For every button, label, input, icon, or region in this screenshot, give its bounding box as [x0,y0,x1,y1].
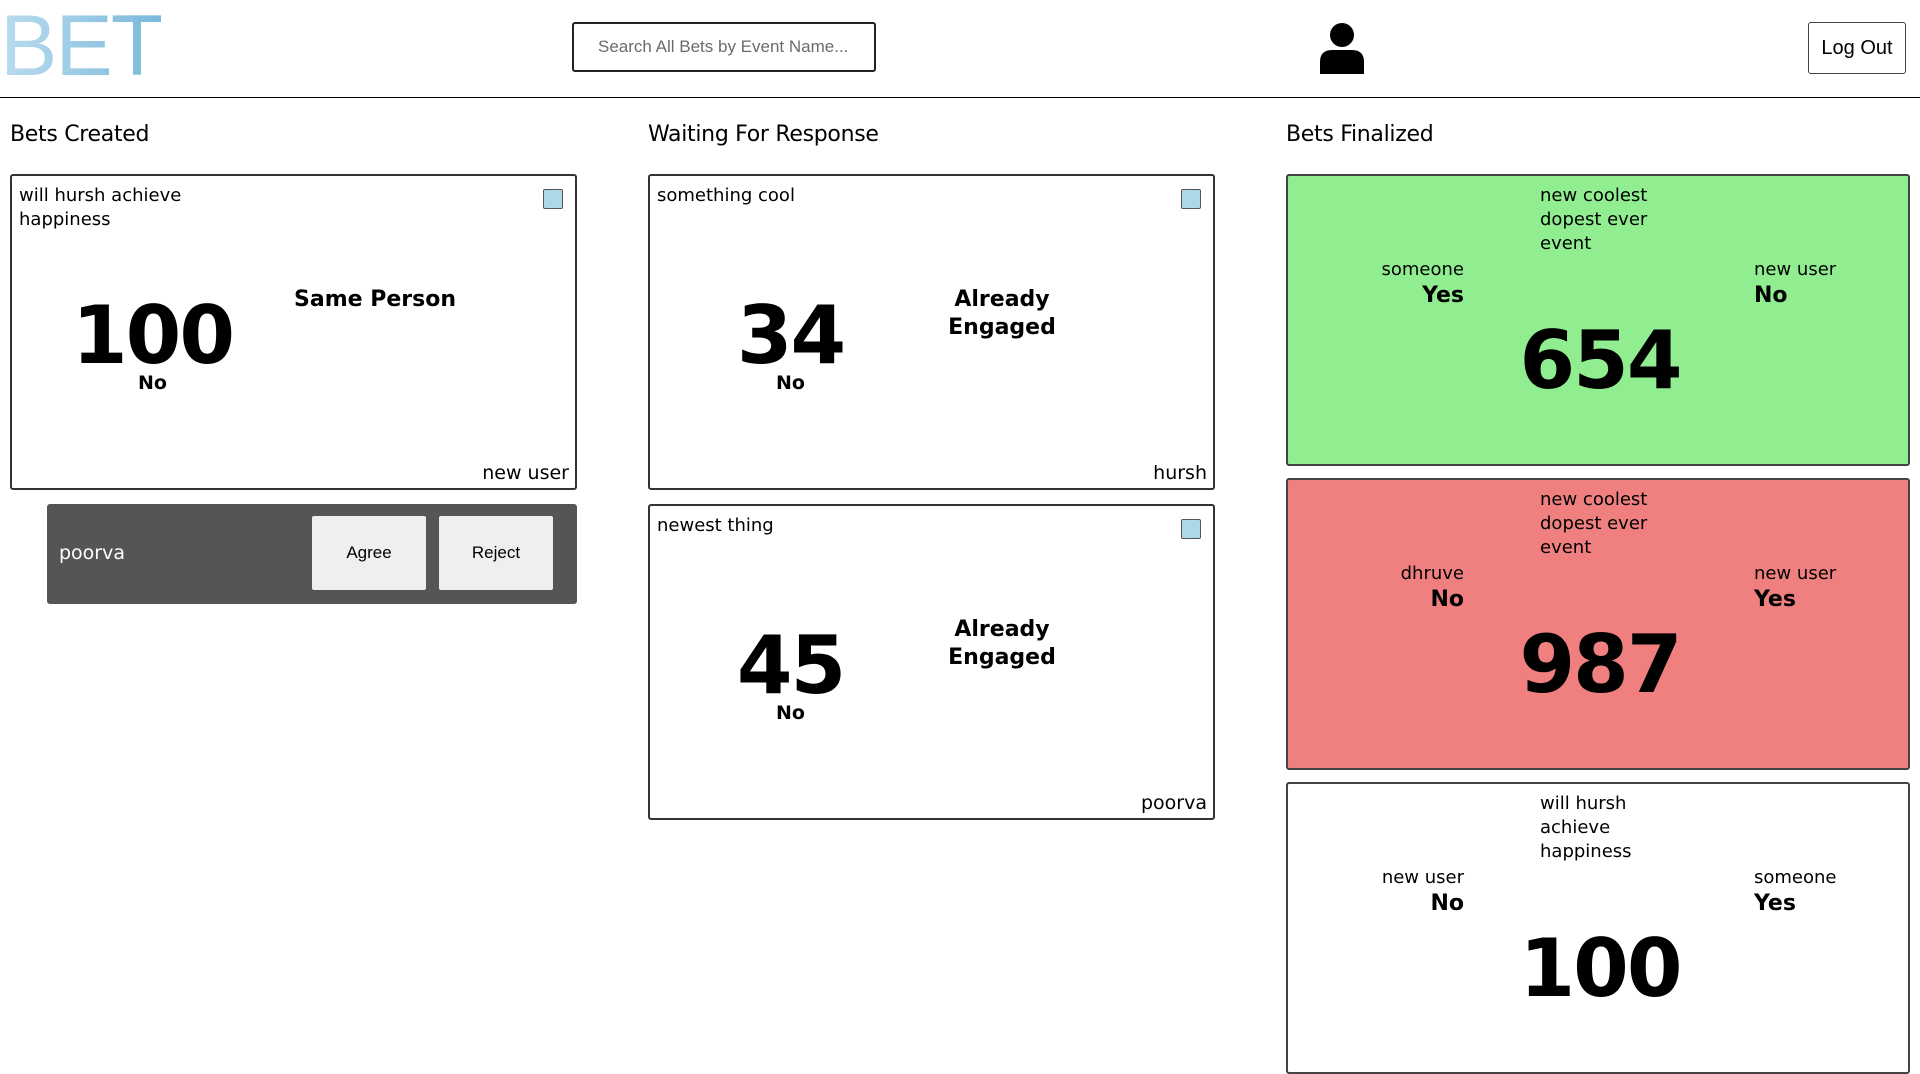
bettor-right-user: someone [1754,867,1837,888]
header-divider [0,97,1920,98]
bet-pick: No [776,702,805,724]
bet-request-bar: poorva Agree Reject [47,504,577,604]
bet-status: Already Engaged [948,617,1056,670]
bettor-right-user: new user [1754,259,1837,280]
bettor-left-user: new user [1381,867,1464,888]
bettor-left: someone Yes [1382,258,1465,308]
bettor-left-pick: Yes [1422,283,1464,308]
bettor-right-pick: Yes [1754,891,1796,916]
bet-event-name: new coolest dopest ever event [1540,489,1648,558]
reject-button[interactable]: Reject [439,516,553,590]
bet-amount: 34 [736,289,846,382]
bettor-left-pick: No [1430,587,1464,612]
request-user: poorva [59,542,126,564]
bettor-left-user: dhruve [1400,563,1464,584]
column-title-finalized: Bets Finalized [1286,122,1434,147]
finalized-bet-card: will hursh achieve happiness new user No… [1286,782,1910,1074]
bettor-right: new user No [1754,258,1836,308]
bet-card: will hursh achieve happiness 100 No Same… [10,174,577,490]
user-icon[interactable] [1320,22,1364,74]
bet-amount: 100 [72,289,235,382]
bet-status: Same Person [294,287,456,312]
bettor-right-user: new user [1754,563,1837,584]
search-input[interactable] [572,22,876,72]
bet-amount: 654 [1519,314,1683,407]
app-logo: BET [0,0,163,94]
bet-pick: No [776,372,805,394]
bet-user: poorva [1140,792,1207,814]
finalized-bet-card: new coolest dopest ever event someone Ye… [1286,174,1910,466]
finalized-bet-card: new coolest dopest ever event dhruve No … [1286,478,1910,770]
bet-amount: 45 [736,619,846,712]
agree-button[interactable]: Agree [312,516,426,590]
bet-user: new user [482,462,569,484]
bettor-right-pick: Yes [1754,587,1796,612]
bet-card: something cool 34 No Already Engaged hur… [648,174,1215,490]
bettor-right: someone Yes [1754,866,1837,916]
column-title-waiting: Waiting For Response [648,122,879,147]
bet-pick: No [138,372,167,394]
bet-user: hursh [1153,462,1207,484]
bettor-left: new user No [1382,866,1464,916]
bet-amount: 100 [1519,922,1683,1015]
bettor-left-pick: No [1430,891,1464,916]
bet-select-checkbox[interactable] [1181,519,1201,539]
bet-status: Already Engaged [948,287,1056,340]
bettor-left: dhruve No [1401,562,1464,612]
bet-event-name: something cool [657,185,795,206]
bet-select-checkbox[interactable] [543,189,563,209]
bet-event-name: will hursh achieve happiness [19,185,182,230]
bet-event-name: new coolest dopest ever event [1540,185,1648,254]
bettor-right: new user Yes [1754,562,1836,612]
column-title-bets-created: Bets Created [10,122,150,147]
bet-select-checkbox[interactable] [1181,189,1201,209]
bet-amount: 987 [1519,618,1683,711]
bettor-right-pick: No [1754,283,1788,308]
bet-event-name: newest thing [657,515,774,536]
logout-button[interactable]: Log Out [1808,22,1906,74]
bettor-left-user: someone [1381,259,1465,280]
bet-card: newest thing 45 No Already Engaged poorv… [648,504,1215,820]
bet-event-name: will hursh achieve happiness [1540,793,1632,862]
